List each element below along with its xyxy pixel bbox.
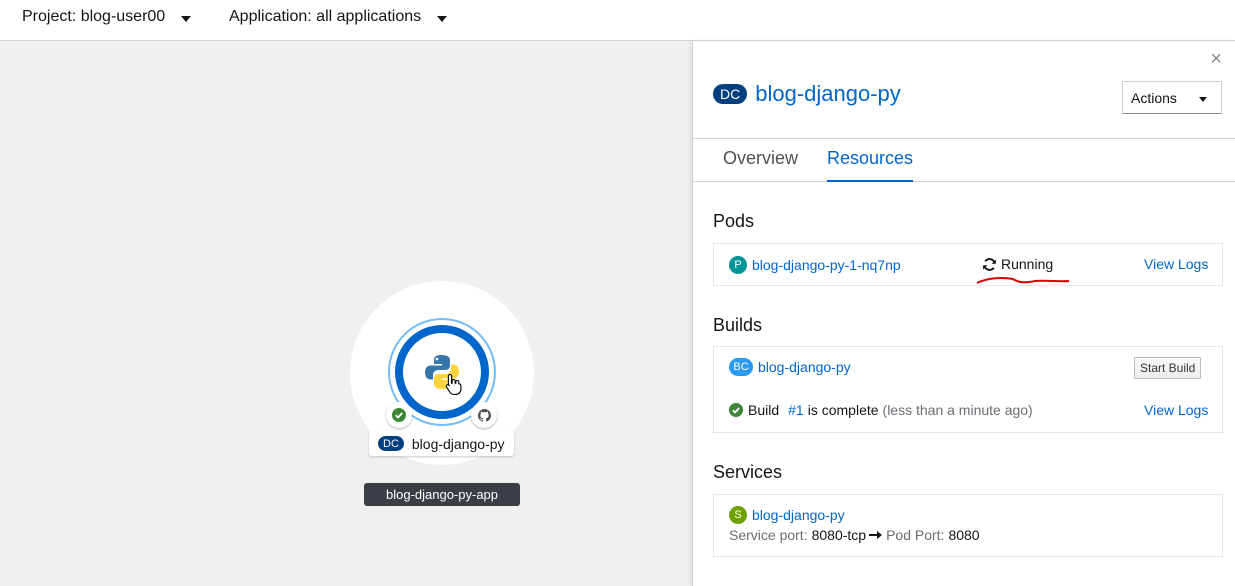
pod-port-label: Pod Port:	[886, 527, 945, 543]
builds-heading: Builds	[713, 315, 763, 335]
project-toolbar: Project: blog-user00 Application: all ap…	[0, 0, 1235, 41]
build-config-badge: BC	[729, 358, 753, 376]
node-label-text: blog-django-py	[411, 435, 505, 452]
service-name-link[interactable]: blog-django-py	[752, 507, 845, 523]
pods-heading: Pods	[713, 211, 755, 231]
source-repo-decorator[interactable]	[471, 402, 497, 428]
view-logs-link[interactable]: View Logs	[1144, 256, 1208, 272]
services-heading: Services	[713, 462, 783, 482]
project-dropdown[interactable]: Project: blog-user00	[22, 8, 192, 26]
pod-badge: P	[729, 256, 747, 274]
node-label[interactable]: DC blog-django-py	[369, 431, 514, 456]
pod-status: Running	[982, 256, 1053, 272]
actions-label: Actions	[1131, 89, 1177, 106]
github-icon	[477, 408, 491, 422]
view-logs-link[interactable]: View Logs	[1144, 402, 1208, 418]
panel-tabs: Overview Resources	[693, 138, 1235, 182]
panel-header: DC blog-django-py	[713, 81, 901, 107]
caret-down-icon	[181, 15, 192, 22]
tab-overview[interactable]: Overview	[723, 148, 798, 182]
start-build-button[interactable]: Start Build	[1134, 357, 1202, 379]
application-group-label[interactable]: blog-django-py-app	[364, 483, 520, 506]
build-config-link[interactable]: blog-django-py	[758, 359, 851, 375]
sync-icon	[983, 257, 996, 271]
pod-name-link[interactable]: blog-django-py-1-nq7np	[752, 257, 901, 273]
service-badge: S	[729, 506, 747, 524]
actions-dropdown[interactable]: Actions	[1122, 81, 1222, 114]
topology-canvas[interactable]: DC blog-django-py blog-django-py-app	[0, 41, 692, 586]
builds-card: BC blog-django-py Start Build Build #1 i…	[713, 346, 1223, 433]
check-circle-icon	[729, 403, 743, 417]
close-panel-icon[interactable]: ×	[1210, 49, 1222, 69]
service-port-row: Service port: 8080-tcp Pod Port: 8080	[729, 527, 980, 543]
build-status-text: is complete	[807, 402, 879, 418]
deployment-config-badge: DC	[378, 436, 404, 451]
caret-down-icon	[1198, 96, 1207, 102]
pod-row: P blog-django-py-1-nq7np	[729, 256, 901, 274]
panel-title[interactable]: blog-django-py	[755, 81, 901, 107]
caret-down-icon	[437, 15, 448, 22]
project-dropdown-label: Project: blog-user00	[22, 8, 166, 25]
build-number-link[interactable]: #1	[788, 402, 804, 418]
service-row: S blog-django-py	[729, 506, 845, 524]
build-status-decorator[interactable]	[386, 402, 412, 428]
service-port-label: Service port:	[729, 527, 808, 543]
application-dropdown-label: Application: all applications	[229, 8, 422, 25]
arrow-right-icon	[869, 531, 883, 539]
service-port-value: 8080-tcp	[811, 527, 867, 543]
red-underline-annotation	[976, 277, 1070, 284]
services-card: S blog-django-py Service port: 8080-tcp …	[713, 494, 1223, 557]
build-logs-link[interactable]: View Logs	[1144, 402, 1208, 418]
check-circle-icon	[392, 408, 406, 422]
pods-card: P blog-django-py-1-nq7np Running View Lo…	[713, 243, 1223, 286]
build-config-row: BC blog-django-py	[729, 358, 851, 376]
build-time-text: (less than a minute ago)	[882, 402, 1033, 418]
hand-cursor-icon	[445, 373, 462, 395]
build-word: Build	[748, 402, 780, 418]
pod-port-value: 8080	[948, 527, 980, 543]
pod-status-text: Running	[1001, 256, 1054, 272]
tab-resources[interactable]: Resources	[827, 148, 914, 182]
application-dropdown[interactable]: Application: all applications	[229, 8, 448, 26]
resource-side-panel: × DC blog-django-py Actions Overview Res…	[692, 41, 1235, 586]
build-status-row: Build #1 is complete (less than a minute…	[729, 402, 1033, 418]
pod-logs-link[interactable]: View Logs	[1144, 256, 1208, 272]
deployment-config-badge: DC	[713, 84, 748, 104]
